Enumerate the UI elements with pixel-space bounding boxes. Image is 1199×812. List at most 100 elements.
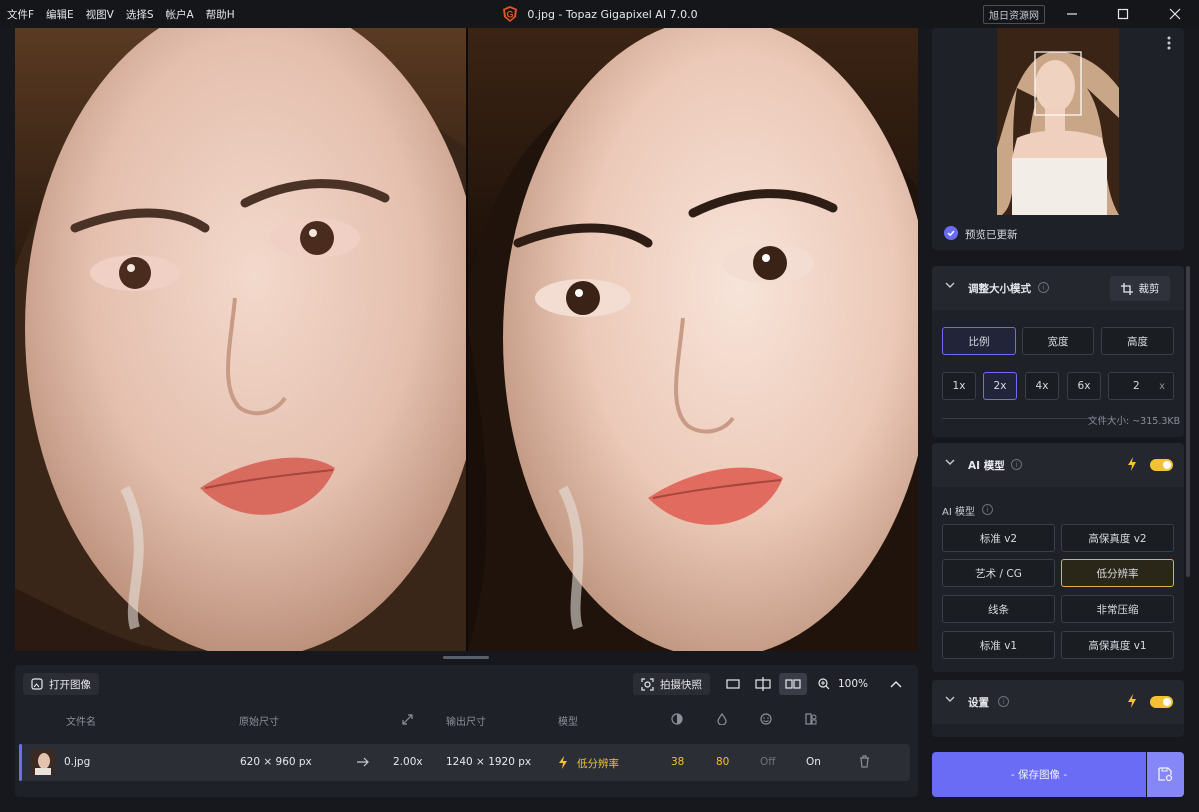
menu-help[interactable]: 帮助H xyxy=(206,7,235,22)
side-by-side-view-button[interactable] xyxy=(779,673,807,695)
minimize-icon xyxy=(1067,13,1077,15)
ai-model-panel: AI 模型 i AI 模型 i 标准 v2 高保真度 v2 艺术 / CG 低分… xyxy=(932,443,1184,672)
col-original-size: 原始尺寸 xyxy=(239,717,279,728)
divider xyxy=(942,418,1092,419)
row-output-size: 1240 × 1920 px xyxy=(446,756,532,768)
model-art-cg[interactable]: 艺术 / CG xyxy=(942,559,1055,587)
menu-select[interactable]: 选择S xyxy=(126,7,154,22)
menu-file[interactable]: 文件F xyxy=(7,7,34,22)
ai-model-toggle[interactable] xyxy=(1150,459,1173,471)
resize-mode-panel: 调整大小模式 i 裁剪 比例 宽度 高度 1x 2x 4x 6x 2 x 文件大… xyxy=(932,266,1184,437)
ai-model-title: AI 模型 xyxy=(968,460,1005,472)
minimize-button[interactable] xyxy=(1049,0,1095,28)
face-recovery-icon xyxy=(760,713,772,725)
file-thumbnail xyxy=(31,750,55,775)
menu-account[interactable]: 帐户A xyxy=(166,7,194,22)
custom-scale-input[interactable]: 2 x xyxy=(1108,372,1174,400)
col-model: 模型 xyxy=(558,717,578,728)
lightning-icon xyxy=(559,756,567,769)
navigator-thumbnail[interactable] xyxy=(997,28,1119,215)
split-view-button[interactable] xyxy=(749,673,777,695)
row-face-recovery-value: Off xyxy=(760,756,776,768)
save-options-button[interactable] xyxy=(1147,752,1184,797)
resource-button[interactable]: 旭日资源网 xyxy=(983,5,1045,24)
mode-width-button[interactable]: 宽度 xyxy=(1022,327,1094,355)
title-bar: 文件F 编辑E 视图V 选择S 帐户A 帮助H G 0.jpg - Topaz … xyxy=(0,0,1199,28)
settings-toggle[interactable] xyxy=(1150,696,1173,708)
custom-scale-unit: x xyxy=(1159,380,1165,392)
info-icon[interactable]: i xyxy=(998,696,1009,707)
original-image-pane[interactable] xyxy=(15,28,466,651)
table-row[interactable]: 0.jpg 620 × 960 px 2.00x 1240 × 1920 px … xyxy=(19,744,910,781)
file-panel: 打开图像 拍摄快照 100% 文件名 原始尺寸 输出尺寸 模型 0.jpg 62… xyxy=(15,665,918,797)
preview-status: 预览已更新 xyxy=(965,229,1018,241)
info-icon[interactable]: i xyxy=(982,504,993,515)
close-button[interactable] xyxy=(1152,0,1198,28)
denoise-icon xyxy=(671,713,683,725)
panel-resize-handle[interactable] xyxy=(443,656,489,659)
settings-title: 设置 xyxy=(968,697,989,709)
scale-4x-button[interactable]: 4x xyxy=(1025,372,1059,400)
crop-label: 裁剪 xyxy=(1138,283,1160,295)
image-viewer[interactable] xyxy=(15,28,918,651)
snapshot-icon xyxy=(641,677,654,691)
preview-panel: 预览已更新 xyxy=(932,28,1184,250)
scale-6x-button[interactable]: 6x xyxy=(1067,372,1101,400)
info-icon[interactable]: i xyxy=(1038,282,1049,293)
model-lines[interactable]: 线条 xyxy=(942,595,1055,623)
resize-mode-header[interactable]: 调整大小模式 i 裁剪 xyxy=(932,266,1184,310)
scale-2x-button[interactable]: 2x xyxy=(983,372,1017,400)
info-icon[interactable]: i xyxy=(1011,459,1022,470)
zoom-icon xyxy=(818,678,830,690)
scale-icon xyxy=(402,714,413,725)
close-icon xyxy=(1169,8,1181,20)
menu-view[interactable]: 视图V xyxy=(86,7,114,22)
zoom-control[interactable]: 100% xyxy=(818,673,868,695)
save-image-button[interactable]: - 保存图像 - xyxy=(932,752,1146,797)
collapse-panel-button[interactable] xyxy=(882,673,910,695)
split-view-icon xyxy=(755,677,771,691)
row-option-value: On xyxy=(806,756,821,768)
window-title-text: 0.jpg - Topaz Gigapixel AI 7.0.0 xyxy=(527,7,698,21)
row-scale: 2.00x xyxy=(393,756,423,768)
snapshot-label: 拍摄快照 xyxy=(660,678,702,691)
single-view-button[interactable] xyxy=(719,673,747,695)
maximize-button[interactable] xyxy=(1100,0,1146,28)
right-panel-scrollbar[interactable] xyxy=(1186,266,1190,577)
kebab-menu-icon[interactable] xyxy=(1167,36,1171,50)
model-low-resolution[interactable]: 低分辨率 xyxy=(1061,559,1174,587)
scale-1x-button[interactable]: 1x xyxy=(942,372,976,400)
chevron-down-icon xyxy=(945,282,955,288)
settings-panel: 设置 i xyxy=(932,680,1184,737)
model-standard-v1[interactable]: 标准 v1 xyxy=(942,631,1055,659)
menu-edit[interactable]: 编辑E xyxy=(46,7,74,22)
chevron-down-icon xyxy=(945,459,955,465)
zoom-level: 100% xyxy=(838,678,869,690)
model-standard-v2[interactable]: 标准 v2 xyxy=(942,524,1055,552)
crop-icon xyxy=(1120,282,1133,295)
settings-header[interactable]: 设置 i xyxy=(932,680,1184,724)
image-add-icon xyxy=(31,678,43,690)
mode-height-button[interactable]: 高度 xyxy=(1101,327,1174,355)
enhanced-image-pane[interactable] xyxy=(468,28,918,651)
model-very-compressed[interactable]: 非常压缩 xyxy=(1061,595,1174,623)
original-portrait-image xyxy=(15,28,466,651)
trash-icon[interactable] xyxy=(859,755,870,768)
svg-text:G: G xyxy=(507,10,514,20)
open-image-button[interactable]: 打开图像 xyxy=(23,673,99,695)
crop-button[interactable]: 裁剪 xyxy=(1110,276,1170,301)
mode-scale-button[interactable]: 比例 xyxy=(942,327,1016,355)
chevron-up-icon xyxy=(890,681,902,688)
enhanced-portrait-image xyxy=(468,28,918,651)
row-selected-indicator xyxy=(19,744,22,781)
ai-model-header[interactable]: AI 模型 i xyxy=(932,443,1184,487)
col-output-size: 输出尺寸 xyxy=(446,717,486,728)
resize-mode-title: 调整大小模式 xyxy=(968,283,1031,295)
check-circle-icon xyxy=(944,226,958,240)
model-high-fidelity-v2[interactable]: 高保真度 v2 xyxy=(1061,524,1174,552)
ai-model-sub-label: AI 模型 xyxy=(942,507,975,518)
model-high-fidelity-v1[interactable]: 高保真度 v1 xyxy=(1061,631,1174,659)
snapshot-button[interactable]: 拍摄快照 xyxy=(633,673,710,695)
arrow-right-icon xyxy=(357,757,369,767)
row-denoise-value: 38 xyxy=(671,756,685,768)
